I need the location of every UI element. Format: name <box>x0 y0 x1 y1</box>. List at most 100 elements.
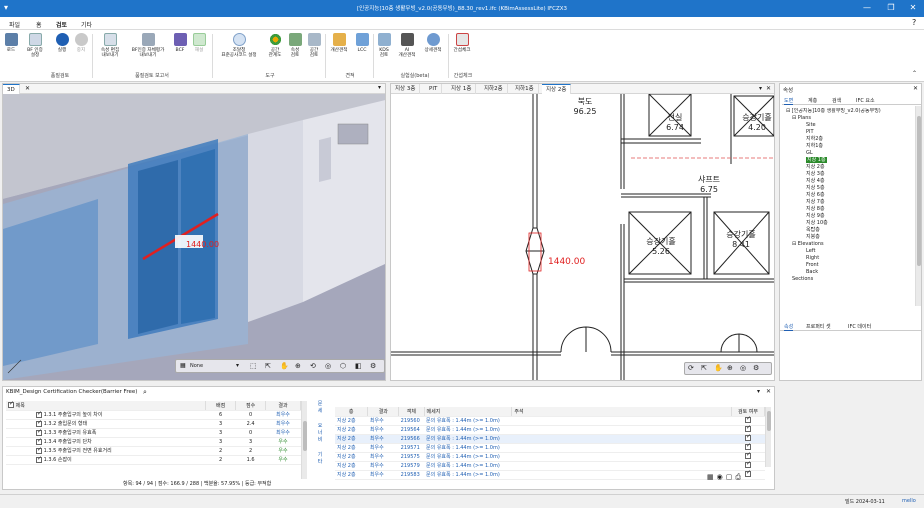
table-row[interactable]: 1.3.3 주출입구의 유효폭30최우수 <box>6 428 301 438</box>
load-button[interactable]: 로드 <box>3 33 19 53</box>
pointer-tool-icon[interactable]: ⇱ <box>265 362 271 370</box>
tab-basement-2[interactable]: 지하2층 <box>480 84 508 94</box>
maximize-icon[interactable]: ❐ <box>882 2 900 14</box>
rotate-icon[interactable]: ⟳ <box>688 364 694 372</box>
table-row[interactable]: 지상 2층 최우수 219560 문의 유효폭 : 1.44m (>= 1.0m) <box>335 415 765 426</box>
tree-item-selected[interactable]: 지상 1층 <box>786 157 914 164</box>
kds-review-button[interactable]: KDS 검토 <box>376 33 392 58</box>
reviewed-checkbox[interactable] <box>745 433 751 442</box>
reviewed-checkbox[interactable] <box>745 469 751 478</box>
table-row[interactable]: 지상 2층 최우수 219566 문의 유효폭 : 1.44m (>= 1.0m) <box>335 433 765 444</box>
tab-drawing[interactable]: 도면 <box>784 97 794 105</box>
lcc-button[interactable]: LCC <box>354 33 370 53</box>
view-2d-pane[interactable]: 지상 3층 PIT 지상 1층 지하2층 지하1층 지상 2층 ▾ ✕ 1440… <box>390 83 775 381</box>
help-icon[interactable]: ? <box>912 18 916 27</box>
tree-item[interactable]: 지하2층 <box>786 136 914 143</box>
side-tab[interactable]: 타 <box>311 459 329 466</box>
commentary-button[interactable]: 해설 <box>191 33 207 53</box>
tab-attributes[interactable]: 속성 <box>784 323 794 331</box>
results-scrollbar[interactable] <box>765 407 771 467</box>
tab-property-set[interactable]: 프로퍼티 셋 <box>806 323 831 330</box>
tab-ifc-elements[interactable]: IFC 요소 <box>856 97 875 104</box>
filter-icon[interactable]: ▢ <box>726 473 736 481</box>
select-tool-icon[interactable]: ⬚ <box>250 362 257 370</box>
menu-file[interactable]: 파일 <box>6 19 23 30</box>
tree-item[interactable]: 지상 2층 <box>786 164 914 171</box>
tab-floor-2[interactable]: 지상 2층 <box>542 84 572 94</box>
tree-item[interactable]: Front <box>786 262 914 269</box>
tree-item[interactable]: Site <box>786 122 914 129</box>
menu-other[interactable]: 기타 <box>78 19 95 30</box>
tree-scrollbar[interactable] <box>915 106 921 306</box>
status-link[interactable]: mello <box>902 498 916 504</box>
export-icon[interactable]: ⎙ <box>735 473 744 481</box>
tree-item[interactable]: Right <box>786 255 914 262</box>
tree-root[interactable]: ⊟ [인공지능]10층 생활무빙_v2.0(공동무빙) <box>786 108 914 115</box>
stop-button[interactable]: 중지 <box>73 33 89 53</box>
tab-ifc-data[interactable]: IFC 데이터 <box>848 323 871 330</box>
tree-item[interactable]: PIT <box>786 129 914 136</box>
bcf-button[interactable]: BCF <box>172 33 188 53</box>
estimate-button[interactable]: 개산견적 <box>328 33 350 53</box>
reviewed-checkbox[interactable] <box>745 460 751 469</box>
settings-icon[interactable]: ⚙ <box>370 362 376 370</box>
tab-hierarchy[interactable]: 계층 <box>808 97 817 104</box>
close-icon[interactable]: ✕ <box>766 85 771 92</box>
orbit-tool-icon[interactable]: ⟲ <box>310 362 316 370</box>
detail-estimate-button[interactable]: 상세견적 <box>421 33 445 53</box>
row-checkbox[interactable] <box>36 428 42 436</box>
cube-view-icon[interactable]: ⬡ <box>340 362 346 370</box>
property-edit-export-button[interactable]: 속성 편집 내보내기 <box>96 33 124 58</box>
tree-item[interactable]: 지상 4층 <box>786 178 914 185</box>
display-mode-select[interactable]: None <box>190 363 203 369</box>
pan-tool-icon[interactable]: ✋ <box>714 364 723 372</box>
column-header-floor[interactable]: 층 <box>335 407 369 417</box>
chevron-down-icon[interactable]: ▾ <box>236 362 239 369</box>
table-row[interactable]: 지상 2층 최우수 219571 문의 유효폭 : 1.44m (>= 1.0m) <box>335 442 765 453</box>
close-icon[interactable]: ✕ <box>904 2 922 14</box>
tree-item[interactable]: ⊟ Plans <box>786 115 914 122</box>
table-row[interactable]: 1.3.6 손잡이21.6우수 <box>6 455 301 465</box>
tree-item[interactable]: 지상 9층 <box>786 213 914 220</box>
view-3d-pane[interactable]: 3D ✕ ▾ 1440.00 ▦ None ▾ ⬚ ⇱ ✋ ⊕ ⟲ ◎ ⬡ ◧ … <box>2 83 386 381</box>
tree-item[interactable]: 지상 6층 <box>786 192 914 199</box>
search-icon[interactable]: ⌕ <box>143 388 147 397</box>
fit-view-icon[interactable]: ◎ <box>325 362 331 370</box>
chevron-down-icon[interactable]: ▾ <box>378 84 381 91</box>
minimize-icon[interactable]: — <box>858 2 876 14</box>
tree-item[interactable]: 지상 3층 <box>786 171 914 178</box>
close-icon[interactable]: ✕ <box>766 388 771 395</box>
ribbon-collapse-icon[interactable]: ⌃ <box>912 70 917 77</box>
table-row[interactable]: 1.3.2 출입문의 형태32.4최우수 <box>6 419 301 429</box>
tree-item[interactable]: 지상 5층 <box>786 185 914 192</box>
pin-icon[interactable]: ✕ <box>913 85 918 92</box>
bf-settings-button[interactable]: BF 인증 설정 <box>24 33 46 58</box>
table-row[interactable]: 지상 2층 최우수 219564 문의 유효폭 : 1.44m (>= 1.0m) <box>335 424 765 435</box>
tree-item[interactable]: 지상 10층 <box>786 220 914 227</box>
reviewed-checkbox[interactable] <box>745 424 751 433</box>
row-checkbox[interactable] <box>36 455 42 463</box>
tree-item[interactable]: Back <box>786 269 914 276</box>
chevron-down-icon[interactable]: ▾ <box>759 85 762 92</box>
table-row[interactable]: 지상 2층 최우수 219575 문의 유효폭 : 1.44m (>= 1.0m) <box>335 451 765 462</box>
table-row[interactable]: 1.3.1 주출입구의 높이 차이60최우수 <box>6 410 301 420</box>
column-header-result[interactable]: 결과 <box>265 401 301 411</box>
table-row[interactable]: 1.3.5 주출입구의 전면 유효거리22우수 <box>6 446 301 456</box>
eye-icon[interactable]: ◉ <box>717 473 726 481</box>
zoom-tool-icon[interactable]: ⊕ <box>727 364 733 372</box>
column-header-result[interactable]: 결과 <box>367 407 400 417</box>
tree-item[interactable]: ⊟ Elevations <box>786 241 914 248</box>
tree-item[interactable]: Sections <box>786 276 914 283</box>
tree-item[interactable]: 옥탑층 <box>786 227 914 234</box>
side-tab[interactable]: 비 <box>311 437 329 444</box>
reviewed-checkbox[interactable] <box>745 442 751 451</box>
row-checkbox[interactable] <box>36 410 42 418</box>
standard-code-settings-button[interactable]: 조달청 표준공사코드 설정 <box>216 33 262 58</box>
pointer-tool-icon[interactable]: ⇱ <box>701 364 707 372</box>
chevron-down-icon[interactable]: ▾ <box>757 388 760 395</box>
column-header-score[interactable]: 점수 <box>235 401 267 411</box>
tab-search[interactable]: 검색 <box>832 97 841 104</box>
column-header-object[interactable]: 객체 <box>398 407 425 417</box>
tree-item[interactable]: 지하1층 <box>786 143 914 150</box>
row-checkbox[interactable] <box>36 437 42 445</box>
